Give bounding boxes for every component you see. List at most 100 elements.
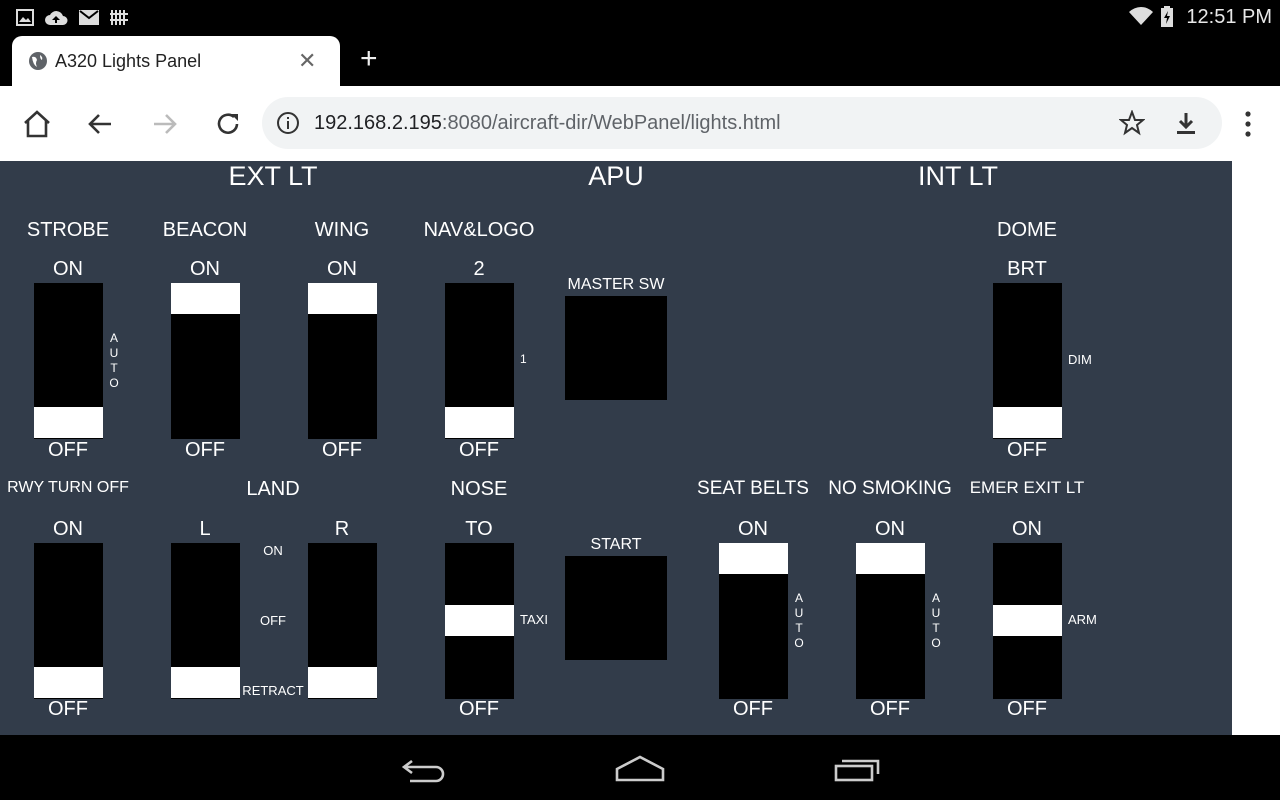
beacon-title: BEACON	[162, 219, 248, 241]
back-nav-icon[interactable]	[400, 755, 448, 783]
switch-knob[interactable]	[308, 283, 377, 314]
emer-exit-arm-label: ARM	[1068, 612, 1097, 627]
switch-knob[interactable]	[445, 605, 514, 636]
switch-knob[interactable]	[34, 407, 103, 438]
rwy-turn-off-switch[interactable]	[34, 543, 103, 699]
nose-title: NOSE	[450, 478, 508, 500]
url-host: 192.168.2.195	[314, 112, 442, 134]
nose-off-label: OFF	[459, 698, 499, 720]
nav-logo-2-label: 2	[473, 258, 485, 280]
apu-start-title: START	[590, 536, 642, 553]
close-icon[interactable]: ✕	[298, 48, 316, 74]
wing-on-label: ON	[327, 258, 357, 280]
recents-nav-icon[interactable]	[832, 757, 882, 783]
emer-exit-off-label: OFF	[1007, 698, 1047, 720]
apu-start-button[interactable]	[565, 556, 667, 660]
land-on-label: ON	[263, 543, 283, 558]
nav-logo-switch[interactable]	[445, 283, 514, 439]
land-retract-label: RETRACT	[242, 683, 304, 698]
gallery-icon	[16, 9, 34, 26]
wing-switch[interactable]	[308, 283, 377, 439]
emer-exit-title: EMER EXIT LT	[969, 478, 1085, 497]
section-ext-lt: EXT LT	[228, 161, 318, 191]
forward-icon[interactable]	[147, 106, 183, 142]
dome-switch[interactable]	[993, 283, 1062, 439]
seat-belts-switch[interactable]	[719, 543, 788, 699]
back-icon[interactable]	[82, 106, 118, 142]
no-smoking-on-label: ON	[875, 518, 905, 540]
seat-belts-auto-label: AUTO	[794, 591, 804, 650]
clock: 12:51 PM	[1186, 6, 1272, 28]
land-l-label: L	[199, 518, 211, 540]
home-icon[interactable]	[19, 106, 55, 142]
apu-master-title: MASTER SW	[567, 276, 665, 293]
wifi-icon	[1128, 6, 1154, 26]
land-right-switch[interactable]	[308, 543, 377, 699]
land-off-label: OFF	[260, 613, 286, 628]
strobe-auto-label: AUTO	[109, 331, 119, 390]
rwy-turn-off-on-label: ON	[53, 518, 83, 540]
url-text[interactable]: 192.168.2.195:8080/aircraft-dir/WebPanel…	[314, 112, 781, 135]
emer-exit-switch[interactable]	[993, 543, 1062, 699]
status-bar: 12:51 PM	[0, 0, 1280, 36]
beacon-switch[interactable]	[171, 283, 240, 439]
dome-off-label: OFF	[1007, 439, 1047, 461]
switch-knob[interactable]	[308, 667, 377, 698]
nose-switch[interactable]	[445, 543, 514, 699]
address-bar[interactable]: 192.168.2.195:8080/aircraft-dir/WebPanel…	[262, 97, 1222, 149]
switch-knob[interactable]	[993, 605, 1062, 636]
seat-belts-title: SEAT BELTS	[697, 478, 809, 499]
globe-icon	[28, 51, 48, 71]
new-tab-button[interactable]: +	[360, 44, 378, 74]
nose-to-label: TO	[465, 518, 493, 540]
tab-title: A320 Lights Panel	[55, 51, 202, 71]
land-title: LAND	[246, 478, 300, 500]
no-smoking-title: NO SMOKING	[828, 478, 952, 499]
switch-knob[interactable]	[34, 667, 103, 698]
switch-knob[interactable]	[171, 283, 240, 314]
strobe-title: STROBE	[26, 219, 110, 241]
wing-title: WING	[314, 219, 370, 241]
tab-active[interactable]: A320 Lights Panel ✕	[12, 36, 340, 86]
dome-dim-label: DIM	[1068, 352, 1092, 367]
tab-strip: A320 Lights Panel ✕ +	[0, 36, 1280, 86]
nav-logo-title: NAV&LOGO	[423, 219, 535, 241]
strobe-on-label: ON	[53, 258, 83, 280]
emer-exit-on-label: ON	[1012, 518, 1042, 540]
section-apu: APU	[588, 161, 644, 191]
apu-master-button[interactable]	[565, 296, 667, 400]
no-smoking-switch[interactable]	[856, 543, 925, 699]
switch-knob[interactable]	[719, 543, 788, 574]
menu-icon[interactable]	[1238, 110, 1258, 140]
download-icon[interactable]	[1173, 110, 1199, 136]
seat-belts-on-label: ON	[738, 518, 768, 540]
barcode-icon	[110, 9, 128, 26]
lights-panel: EXT LT APU INT LT STROBE ON AUTO OFF BEA…	[0, 161, 1232, 735]
info-icon[interactable]	[276, 111, 300, 135]
dome-title: DOME	[997, 219, 1057, 241]
dome-brt-label: BRT	[1007, 258, 1047, 280]
switch-knob[interactable]	[856, 543, 925, 574]
cloud-upload-icon	[44, 9, 68, 26]
switch-knob[interactable]	[171, 667, 240, 698]
nav-logo-1-label: 1	[520, 352, 527, 366]
mail-icon	[78, 9, 100, 26]
wing-off-label: OFF	[322, 439, 362, 461]
land-r-label: R	[334, 518, 350, 540]
android-nav-bar	[0, 735, 1280, 800]
nose-taxi-label: TAXI	[520, 612, 548, 627]
strobe-switch[interactable]	[34, 283, 103, 439]
no-smoking-off-label: OFF	[870, 698, 910, 720]
star-icon[interactable]	[1118, 109, 1146, 136]
reload-icon[interactable]	[210, 106, 246, 142]
page-margin	[1232, 161, 1280, 735]
battery-icon	[1160, 6, 1174, 28]
beacon-off-label: OFF	[185, 439, 225, 461]
switch-knob[interactable]	[993, 407, 1062, 438]
home-nav-icon[interactable]	[614, 755, 666, 783]
land-left-switch[interactable]	[171, 543, 240, 699]
strobe-off-label: OFF	[48, 439, 88, 461]
url-path: :8080/aircraft-dir/WebPanel/lights.html	[441, 112, 781, 134]
nav-logo-off-label: OFF	[459, 439, 499, 461]
switch-knob[interactable]	[445, 407, 514, 438]
